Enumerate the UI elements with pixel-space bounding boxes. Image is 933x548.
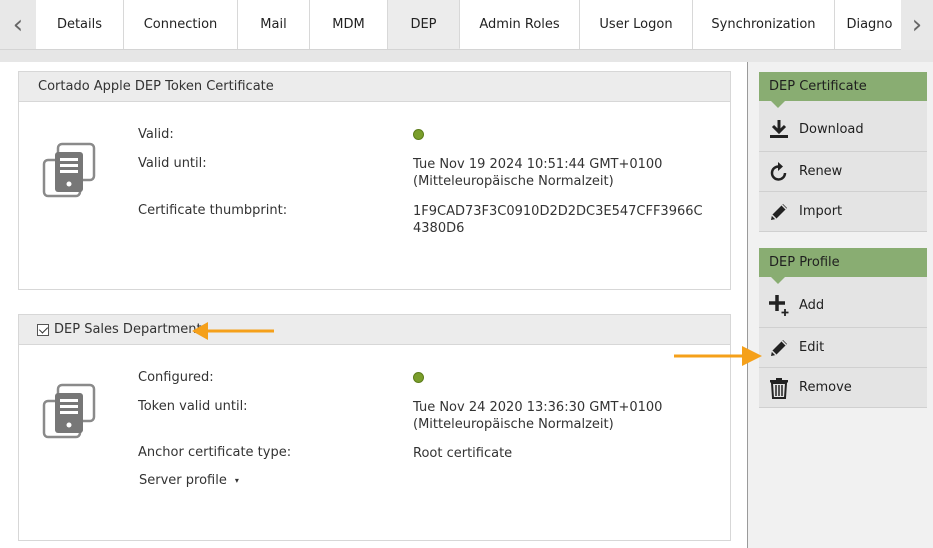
server-profile-label: Server profile (139, 473, 227, 488)
server-certificate-icon (42, 142, 96, 198)
tabs-next-icon[interactable]: › (901, 0, 933, 50)
tab-admin-roles[interactable]: Admin Roles (460, 0, 580, 49)
trash-icon (767, 376, 791, 400)
profile-panel-title: DEP Sales Department (54, 322, 202, 337)
server-profile-icon (42, 383, 96, 439)
valid-label: Valid: (138, 127, 174, 142)
dep-certificate-section: DEP Certificate Download Renew Import (759, 72, 927, 232)
token-valid-timezone: (Mitteleuropäische Normalzeit) (413, 417, 614, 432)
thumbprint-label: Certificate thumbprint: (138, 203, 288, 218)
chevron-down-icon: ▾ (234, 476, 239, 485)
dep-profile-header: DEP Profile (759, 248, 927, 284)
add-button[interactable]: Add (759, 277, 927, 328)
import-label: Import (799, 204, 843, 219)
tabs-prev-icon[interactable]: ‹ (0, 0, 36, 50)
annotation-arrow-left-icon (192, 322, 274, 340)
tab-bar: ‹ Details Connection Mail MDM DEP Admin Roles… (0, 0, 933, 50)
valid-until-date: Tue Nov 19 2024 10:51:44 GMT+0100 (413, 157, 663, 172)
tab-mail[interactable]: Mail (238, 0, 310, 49)
renew-icon (767, 160, 791, 184)
valid-until-timezone: (Mitteleuropäische Normalzeit) (413, 174, 614, 189)
valid-status-dot (413, 129, 424, 140)
valid-until-label: Valid until: (138, 156, 207, 171)
server-profile-dropdown[interactable]: Server profile ▾ (139, 473, 239, 488)
download-button[interactable]: Download (759, 101, 927, 152)
main-content: Cortado Apple DEP Token Certificate Vali… (0, 62, 748, 548)
thumbprint-value: 1F9CAD73F3C0910D2D2DC3E547CFF3966C 4380D… (413, 203, 703, 237)
thumbprint-line-1: 1F9CAD73F3C0910D2D2DC3E547CFF3966C (413, 204, 703, 219)
certificate-panel-title: Cortado Apple DEP Token Certificate (38, 79, 274, 94)
tab-details[interactable]: Details (36, 0, 124, 49)
valid-until-value: Tue Nov 19 2024 10:51:44 GMT+0100 (Mitte… (413, 156, 662, 190)
remove-label: Remove (799, 380, 852, 395)
renew-button[interactable]: Renew (759, 152, 927, 192)
tab-mdm[interactable]: MDM (310, 0, 388, 49)
add-label: Add (799, 297, 825, 313)
profile-panel: DEP Sales Department Configured: Token v… (18, 314, 731, 541)
annotation-arrow-right-icon (674, 346, 762, 366)
anchor-cert-label: Anchor certificate type: (138, 445, 292, 460)
configured-status-dot (413, 372, 424, 383)
token-valid-label: Token valid until: (138, 399, 248, 414)
add-icon (767, 293, 791, 317)
remove-button[interactable]: Remove (759, 368, 927, 408)
tab-synchronization[interactable]: Synchronization (693, 0, 835, 49)
tab-user-logon[interactable]: User Logon (580, 0, 693, 49)
edit-label: Edit (799, 340, 825, 355)
pencil-icon (767, 200, 791, 224)
renew-label: Renew (799, 164, 843, 179)
dep-profile-section: DEP Profile Add Edit Remove (759, 248, 927, 408)
download-label: Download (799, 121, 864, 137)
thumbprint-line-2: 4380D6 (413, 221, 465, 236)
anchor-cert-value: Root certificate (413, 446, 513, 461)
token-valid-date: Tue Nov 24 2020 13:36:30 GMT+0100 (413, 400, 663, 415)
pencil-icon (767, 336, 791, 360)
import-button[interactable]: Import (759, 192, 927, 232)
tab-diagno[interactable]: Diagno (835, 0, 905, 49)
dep-certificate-header: DEP Certificate (759, 72, 927, 108)
download-icon (767, 117, 791, 141)
action-sidebar: DEP Certificate Download Renew Import DE… (749, 62, 933, 548)
profile-panel-header: DEP Sales Department (19, 315, 730, 345)
edit-button[interactable]: Edit (759, 328, 927, 368)
certificate-panel: Cortado Apple DEP Token Certificate Vali… (18, 71, 731, 290)
tab-list: Details Connection Mail MDM DEP Admin Roles Us… (36, 0, 905, 50)
tab-dep[interactable]: DEP (388, 0, 460, 49)
certificate-panel-header: Cortado Apple DEP Token Certificate (19, 72, 730, 102)
token-valid-value: Tue Nov 24 2020 13:36:30 GMT+0100 (Mitte… (413, 399, 662, 433)
configured-label: Configured: (138, 370, 214, 385)
toolbar-strip (0, 50, 933, 62)
tab-connection[interactable]: Connection (124, 0, 238, 49)
profile-checkbox[interactable] (37, 323, 49, 336)
